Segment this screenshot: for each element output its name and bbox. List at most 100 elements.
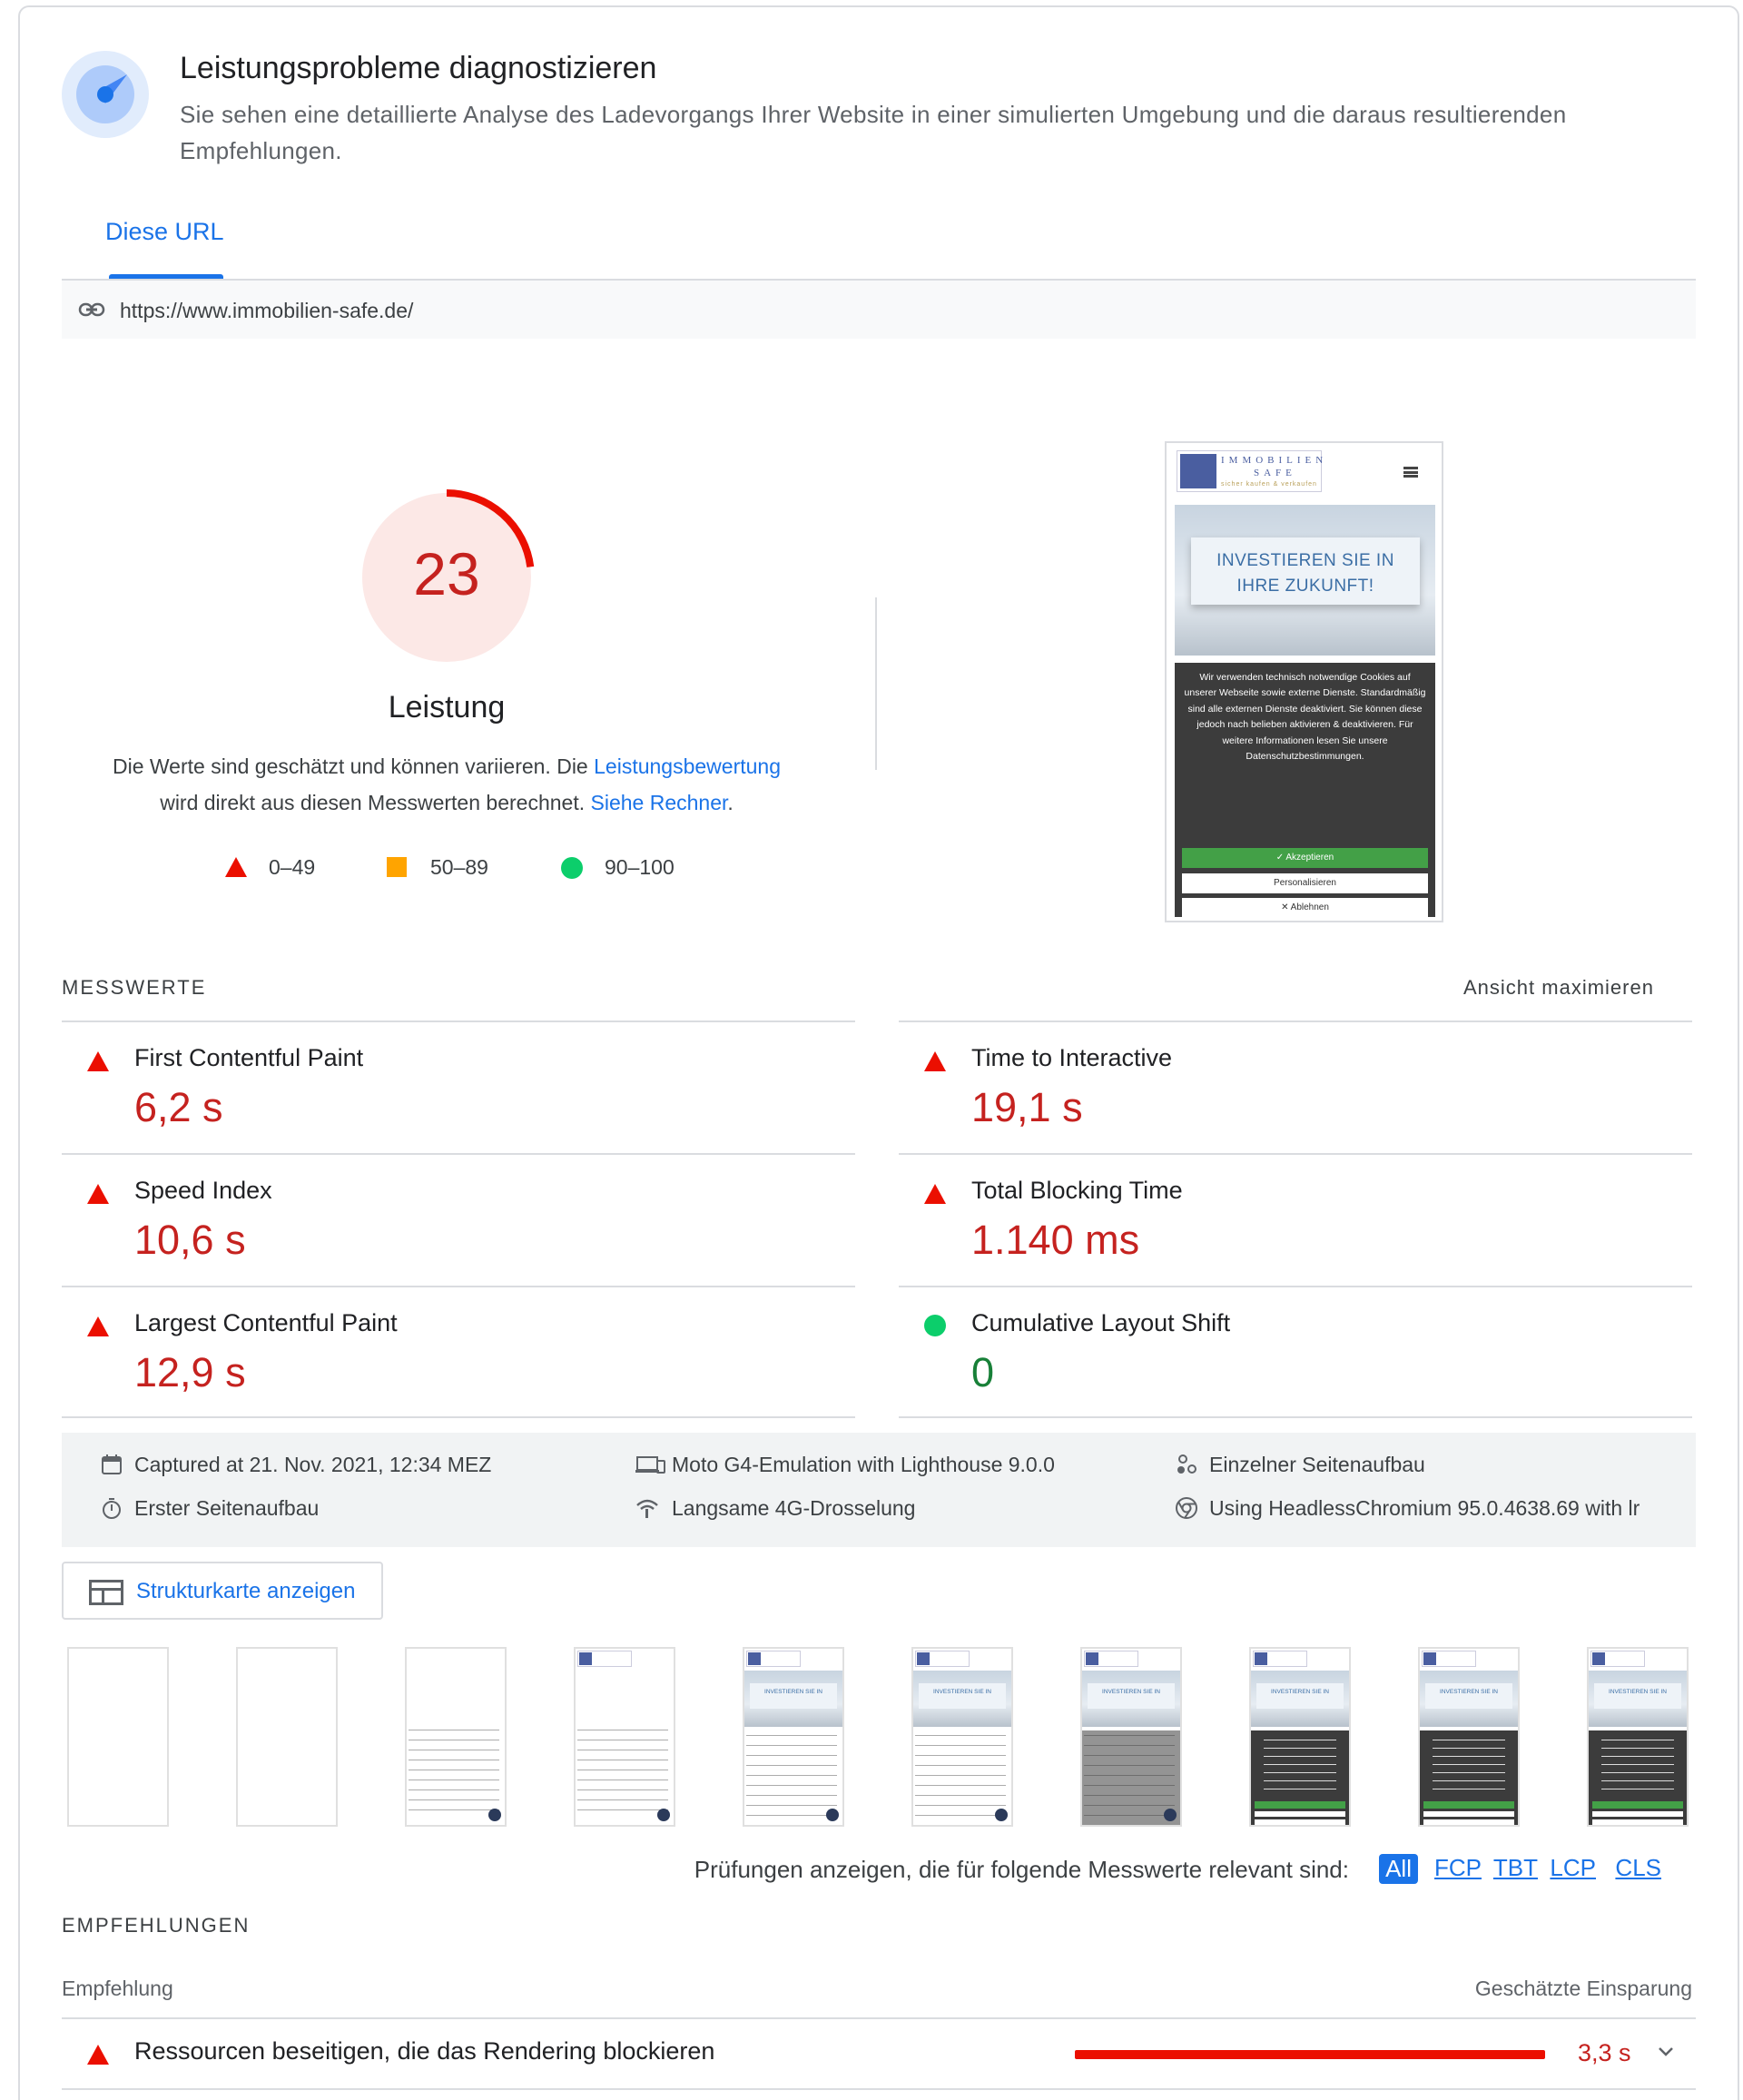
square-icon bbox=[387, 857, 407, 877]
scoring-link[interactable]: Leistungsbewertung bbox=[594, 754, 781, 778]
devices-icon bbox=[635, 1456, 665, 1474]
recommendation-title: Ressourcen beseitigen, die das Rendering… bbox=[134, 2037, 715, 2065]
fail-triangle-icon bbox=[87, 1184, 109, 1204]
metric-cls: Cumulative Layout Shift 0 bbox=[899, 1286, 1692, 1418]
stopwatch-icon bbox=[103, 1498, 121, 1519]
performance-description: Die Werte sind geschätzt und können vari… bbox=[112, 754, 781, 814]
metric-value: 19,1 s bbox=[971, 1084, 1083, 1130]
captured-at: Captured at 21. Nov. 2021, 12:34 MEZ bbox=[134, 1453, 492, 1476]
fail-triangle-icon bbox=[924, 1051, 946, 1071]
performance-label: Leistung bbox=[388, 690, 506, 725]
metric-lcp: Largest Contentful Paint 12,9 s bbox=[62, 1286, 855, 1418]
filter-chip-tbt[interactable]: TBT bbox=[1493, 1854, 1538, 1882]
performance-gauge: 23 bbox=[358, 488, 536, 666]
legend-range-fail: 0–49 bbox=[269, 855, 316, 879]
device-emulation: Moto G4-Emulation with Lighthouse 9.0.0 bbox=[672, 1453, 1055, 1476]
metrics-bottom-divider bbox=[62, 1416, 855, 1418]
metrics-bottom-divider bbox=[899, 1416, 1692, 1418]
filter-chip-fcp[interactable]: FCP bbox=[1434, 1854, 1482, 1882]
filmstrip-frame: INVESTIEREN SIE IN bbox=[1587, 1647, 1689, 1827]
analyzed-url: https://www.immobilien-safe.de/ bbox=[120, 299, 414, 322]
metric-speed-index: Speed Index 10,6 s bbox=[62, 1153, 855, 1286]
filter-chip-all[interactable]: All bbox=[1379, 1854, 1418, 1884]
fail-triangle-icon bbox=[87, 1051, 109, 1071]
filmstrip-frame bbox=[236, 1647, 338, 1827]
cookie-decline-button: ✕ Ablehnen bbox=[1182, 898, 1428, 917]
metric-label: Time to Interactive bbox=[971, 1044, 1173, 1071]
metric-value: 10,6 s bbox=[134, 1217, 246, 1263]
filmstrip-frame: INVESTIEREN SIE IN bbox=[743, 1647, 844, 1827]
audit-filter-label: Prüfungen anzeigen, die für folgende Mes… bbox=[694, 1856, 1349, 1883]
metric-value: 12,9 s bbox=[134, 1349, 246, 1395]
savings-column-header: Geschätzte Einsparung bbox=[1474, 1977, 1692, 2000]
filmstrip-frame: INVESTIEREN SIE IN bbox=[1249, 1647, 1351, 1827]
calendar-icon bbox=[102, 1454, 122, 1474]
metric-tti: Time to Interactive 19,1 s bbox=[899, 1020, 1692, 1153]
metric-value: 6,2 s bbox=[134, 1084, 223, 1130]
site-logo: IMMOBILIEN SAFE sicher kaufen & verkaufe… bbox=[1177, 450, 1323, 492]
metric-fcp: First Contentful Paint 6,2 s bbox=[62, 1020, 855, 1153]
site-hero: INVESTIEREN SIE IN IHRE ZUKUNFT! bbox=[1175, 505, 1435, 656]
runtime-settings: Captured at 21. Nov. 2021, 12:34 MEZ Ers… bbox=[62, 1433, 1696, 1547]
filmstrip-frame bbox=[405, 1647, 507, 1827]
cookie-banner: Wir verwenden technisch notwendige Cooki… bbox=[1175, 663, 1435, 917]
legend-range-pass: 90–100 bbox=[605, 855, 675, 879]
cookie-accept-button: ✓ Akzeptieren bbox=[1182, 848, 1428, 868]
metric-label: Cumulative Layout Shift bbox=[971, 1309, 1231, 1336]
session-icon bbox=[1177, 1454, 1196, 1474]
metric-label: Speed Index bbox=[134, 1177, 272, 1204]
filmstrip-frame bbox=[67, 1647, 169, 1827]
fail-triangle-icon bbox=[924, 1184, 946, 1204]
treemap-icon bbox=[89, 1580, 123, 1605]
filmstrip-frame bbox=[574, 1647, 675, 1827]
filmstrip-frame: INVESTIEREN SIE IN bbox=[1418, 1647, 1520, 1827]
triangle-icon bbox=[225, 857, 247, 877]
browser-version: Using HeadlessChromium 95.0.4638.69 with… bbox=[1209, 1496, 1640, 1520]
metrics-title: MESSWERTE bbox=[62, 976, 207, 999]
view-treemap-button[interactable]: Strukturkarte anzeigen bbox=[62, 1562, 383, 1620]
maximize-view-toggle[interactable]: Ansicht maximieren bbox=[1463, 976, 1654, 1000]
recommendation-column-header: Empfehlung bbox=[62, 1977, 173, 2000]
chevron-down-icon[interactable] bbox=[1656, 2041, 1676, 2061]
session-type: Einzelner Seitenaufbau bbox=[1209, 1453, 1425, 1476]
vertical-divider bbox=[875, 597, 877, 770]
signal-icon bbox=[636, 1499, 658, 1518]
circle-icon bbox=[561, 857, 583, 879]
filter-chip-lcp[interactable]: LCP bbox=[1550, 1854, 1596, 1882]
metric-tbt: Total Blocking Time 1.140 ms bbox=[899, 1153, 1692, 1286]
filmstrip-frame: INVESTIEREN SIE IN bbox=[911, 1647, 1013, 1827]
fail-triangle-icon bbox=[87, 1316, 109, 1336]
filmstrip: INVESTIEREN SIE IN INVESTIEREN SIE IN IN… bbox=[62, 1647, 1696, 1829]
metric-label: First Contentful Paint bbox=[134, 1044, 364, 1071]
network-throttling: Langsame 4G-Drosselung bbox=[672, 1496, 916, 1520]
section-description: Sie sehen eine detaillierte Analyse des … bbox=[180, 101, 1567, 164]
legend-range-average: 50–89 bbox=[430, 855, 488, 879]
metric-value: 0 bbox=[971, 1349, 995, 1395]
estimated-saving: 3,3 s bbox=[1578, 2039, 1631, 2066]
section-title: Leistungsprobleme diagnostizieren bbox=[180, 51, 657, 85]
pass-circle-icon bbox=[924, 1315, 946, 1336]
section-header: Leistungsprobleme diagnostizieren Sie se… bbox=[62, 45, 1696, 173]
link-icon bbox=[78, 302, 105, 317]
url-bar: https://www.immobilien-safe.de/ bbox=[62, 281, 1696, 339]
hamburger-menu-icon bbox=[1403, 467, 1418, 478]
final-screenshot: IMMOBILIEN SAFE sicher kaufen & verkaufe… bbox=[1165, 441, 1443, 922]
savings-bar bbox=[1075, 2050, 1545, 2059]
fail-triangle-icon bbox=[87, 2045, 109, 2065]
recommendations-title: EMPFEHLUNGEN bbox=[62, 1914, 251, 1937]
performance-score: 23 bbox=[413, 540, 480, 607]
metric-value: 1.140 ms bbox=[971, 1217, 1140, 1263]
recommendation-row[interactable]: Ressourcen beseitigen, die das Rendering… bbox=[62, 2019, 1696, 2088]
audit-filter: Prüfungen anzeigen, die für folgende Mes… bbox=[594, 1854, 1683, 1887]
filter-chip-cls[interactable]: CLS bbox=[1615, 1854, 1661, 1882]
cookie-personalize-button: Personalisieren bbox=[1182, 873, 1428, 893]
metric-label: Total Blocking Time bbox=[971, 1177, 1183, 1204]
chrome-icon bbox=[1176, 1497, 1197, 1519]
speedometer-icon bbox=[62, 51, 149, 138]
calculator-link[interactable]: Siehe Rechner bbox=[591, 791, 728, 814]
metric-label: Largest Contentful Paint bbox=[134, 1309, 398, 1336]
recommendations-bottom-divider bbox=[62, 2088, 1696, 2090]
tab-this-url[interactable]: Diese URL bbox=[105, 218, 224, 246]
filmstrip-frame: INVESTIEREN SIE IN bbox=[1080, 1647, 1182, 1827]
load-type: Erster Seitenaufbau bbox=[134, 1496, 320, 1520]
